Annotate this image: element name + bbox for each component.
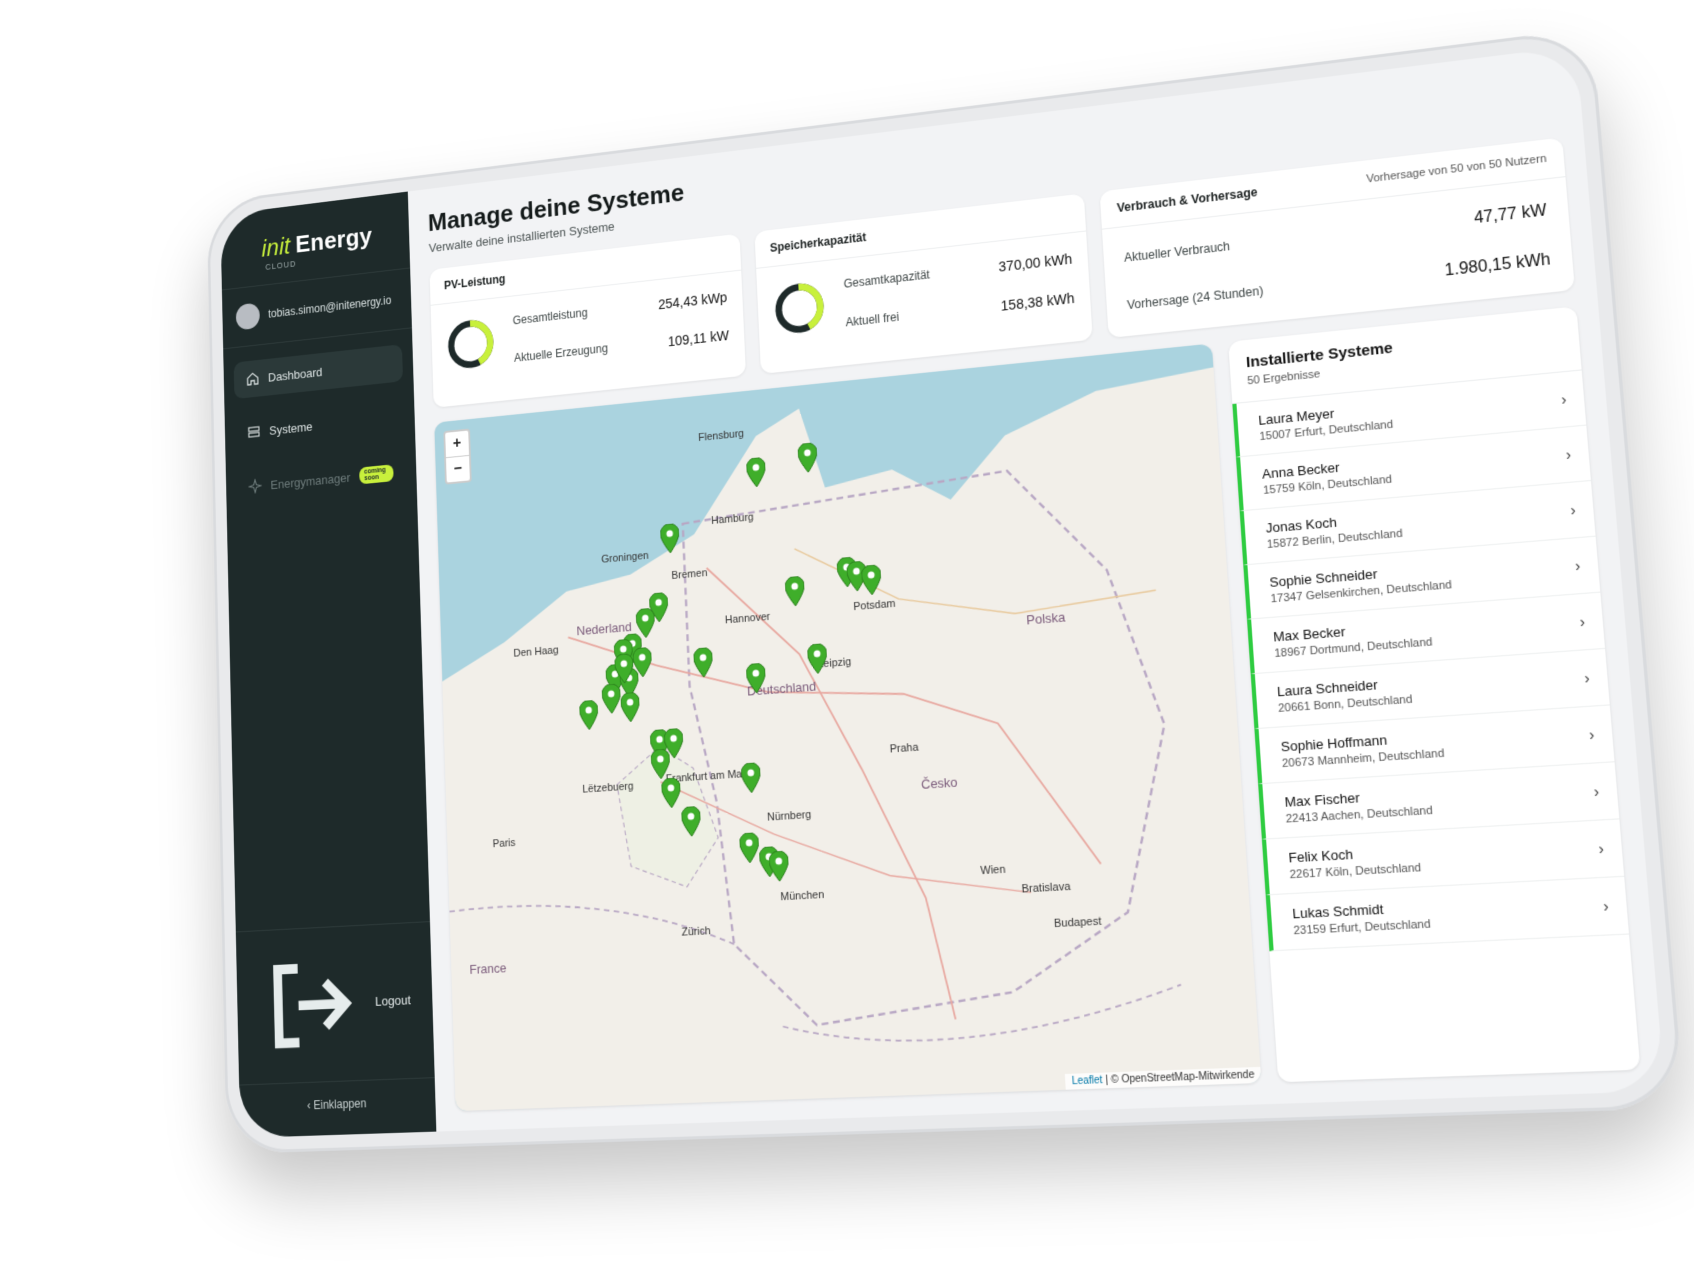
pv-card: PV-Leistung Gesamtleistung 254,43 kWp Ak…	[429, 233, 746, 408]
collapse-button[interactable]: ‹ Einklappen	[239, 1078, 436, 1138]
map-pin-icon[interactable]	[660, 523, 680, 554]
map-label-zurich: Zürich	[681, 925, 711, 939]
map-pin-icon[interactable]	[681, 805, 702, 837]
map-label-france: France	[469, 960, 507, 977]
chevron-right-icon: ›	[1574, 557, 1582, 575]
pv-total-label: Gesamtleistung	[512, 305, 588, 328]
chevron-right-icon: ›	[1565, 445, 1572, 464]
lower-section: + − Flensburg Hamburg Groningen Bremen H…	[434, 306, 1641, 1112]
map-pin-icon[interactable]	[620, 691, 641, 723]
sidebar-item-label: Energymanager	[270, 469, 351, 492]
map-pin-icon[interactable]	[740, 762, 762, 794]
map-pin-icon[interactable]	[784, 575, 806, 607]
map-pin-icon[interactable]	[661, 777, 682, 809]
chevron-right-icon: ›	[1583, 669, 1591, 687]
sidebar-item-energymanager: Energymanager coming soon	[236, 452, 406, 507]
storage-card: Speicherkapazität Gesamtkapazität 370,00…	[754, 193, 1094, 375]
map-pin-icon[interactable]	[746, 456, 767, 488]
sidebar-bottom: Logout ‹ Einklappen	[235, 920, 437, 1138]
sidebar: init Energy CLOUD tobias.simon@initenergy…	[220, 191, 437, 1139]
home-icon	[246, 371, 260, 387]
logout-icon	[257, 943, 368, 1067]
map-label-budapest: Budapest	[1053, 915, 1102, 931]
leaflet-link[interactable]: Leaflet	[1071, 1075, 1102, 1088]
chevron-right-icon: ›	[1593, 782, 1600, 801]
map-pin-icon[interactable]	[579, 699, 599, 731]
forecast-value: 1.980,15 kWh	[1444, 251, 1552, 280]
consumption-current-value: 47,77 kW	[1473, 201, 1548, 228]
map-pin-icon[interactable]	[693, 647, 714, 678]
osm-attribution: | © OpenStreetMap-Mitwirkende	[1105, 1069, 1255, 1087]
app-screen: init Energy CLOUD tobias.simon@initenergy…	[220, 45, 1665, 1139]
user-email: tobias.simon@initenergy.io	[268, 293, 392, 321]
collapse-label: Einklappen	[313, 1096, 367, 1113]
consumption-current-label: Aktueller Verbrauch	[1123, 239, 1231, 265]
coming-soon-badge: coming soon	[358, 464, 394, 485]
storage-card-title: Speicherkapazität	[769, 230, 867, 255]
map-label-praha: Praha	[889, 741, 919, 756]
map-label-polska: Polska	[1025, 609, 1066, 628]
map-pin-icon[interactable]	[797, 442, 818, 474]
map-pin-icon[interactable]	[861, 564, 882, 596]
installed-systems-panel: Installierte Systeme 50 Ergebnisse Laura…	[1228, 306, 1641, 1083]
storage-total-value: 370,00 kWh	[998, 250, 1073, 275]
consumption-meta: Vorhersage von 50 von 50 Nutzern	[1365, 152, 1548, 186]
logout-button[interactable]: Logout	[235, 920, 435, 1086]
map-pin-icon[interactable]	[739, 832, 760, 864]
pv-current-value: 109,11 kW	[667, 327, 730, 350]
chevron-right-icon: ›	[1579, 613, 1586, 631]
map-pin-icon[interactable]	[768, 850, 790, 882]
sidebar-nav: Dashboard Systeme Energymanager coming s…	[223, 328, 418, 539]
storage-free-label: Aktuell frei	[845, 310, 900, 330]
main-content: Manage deine Systeme Verwalte deine inst…	[408, 46, 1665, 1132]
map-pin-icon[interactable]	[601, 683, 622, 715]
map-label-cesko: Česko	[920, 774, 958, 792]
storage-total-label: Gesamtkapazität	[843, 267, 931, 291]
map-label-paris: Paris	[492, 837, 516, 851]
map-tiles	[434, 367, 1262, 1112]
sidebar-item-systeme[interactable]: Systeme	[235, 398, 405, 452]
consumption-card: Verbrauch & Vorhersage Vorhersage von 50…	[1099, 137, 1575, 339]
chevron-right-icon: ›	[1597, 839, 1605, 858]
forecast-label: Vorhersage (24 Stunden)	[1126, 283, 1264, 313]
map-pin-icon[interactable]	[807, 643, 828, 675]
avatar	[235, 302, 260, 331]
pv-donut-chart	[445, 315, 496, 373]
map-label-wien: Wien	[980, 863, 1006, 878]
systems-map[interactable]: + − Flensburg Hamburg Groningen Bremen H…	[434, 343, 1262, 1112]
tablet-frame: init Energy CLOUD tobias.simon@initenergy…	[206, 27, 1685, 1155]
sidebar-item-label: Systeme	[269, 418, 313, 438]
chevron-right-icon: ›	[1560, 390, 1568, 408]
chevron-right-icon: ›	[1602, 897, 1610, 915]
map-pin-icon[interactable]	[614, 653, 634, 684]
sparkle-icon	[248, 478, 262, 494]
sidebar-item-label: Dashboard	[267, 364, 323, 385]
sidebar-item-dashboard[interactable]: Dashboard	[233, 344, 404, 400]
map-label-bratislava: Bratislava	[1021, 880, 1071, 896]
server-icon	[247, 424, 261, 440]
map-zoom-control: + −	[443, 428, 472, 485]
systems-list: Laura Meyer 15007 Erfurt, Deutschland › Ann…	[1232, 370, 1630, 952]
logout-label: Logout	[374, 992, 411, 1010]
pv-current-label: Aktuelle Erzeugung	[513, 341, 609, 365]
system-address: 23159 Erfurt, Deutschland	[1293, 918, 1432, 938]
pv-card-title: PV-Leistung	[443, 272, 506, 293]
zoom-in-button[interactable]: +	[445, 430, 470, 459]
map-pin-icon[interactable]	[745, 662, 767, 694]
map-label-munchen: München	[780, 888, 825, 904]
chevron-right-icon: ›	[1569, 501, 1577, 519]
storage-donut-chart	[772, 278, 827, 337]
chevron-left-icon: ‹	[306, 1098, 311, 1113]
system-address: 22617 Köln, Deutschland	[1289, 861, 1422, 882]
chevron-right-icon: ›	[1588, 725, 1596, 744]
map-pin-icon[interactable]	[650, 748, 671, 780]
consumption-card-title: Verbrauch & Vorhersage	[1116, 185, 1258, 216]
storage-free-value: 158,38 kWh	[1000, 290, 1075, 314]
pv-total-value: 254,43 kWp	[657, 289, 728, 313]
zoom-out-button[interactable]: −	[446, 456, 470, 483]
